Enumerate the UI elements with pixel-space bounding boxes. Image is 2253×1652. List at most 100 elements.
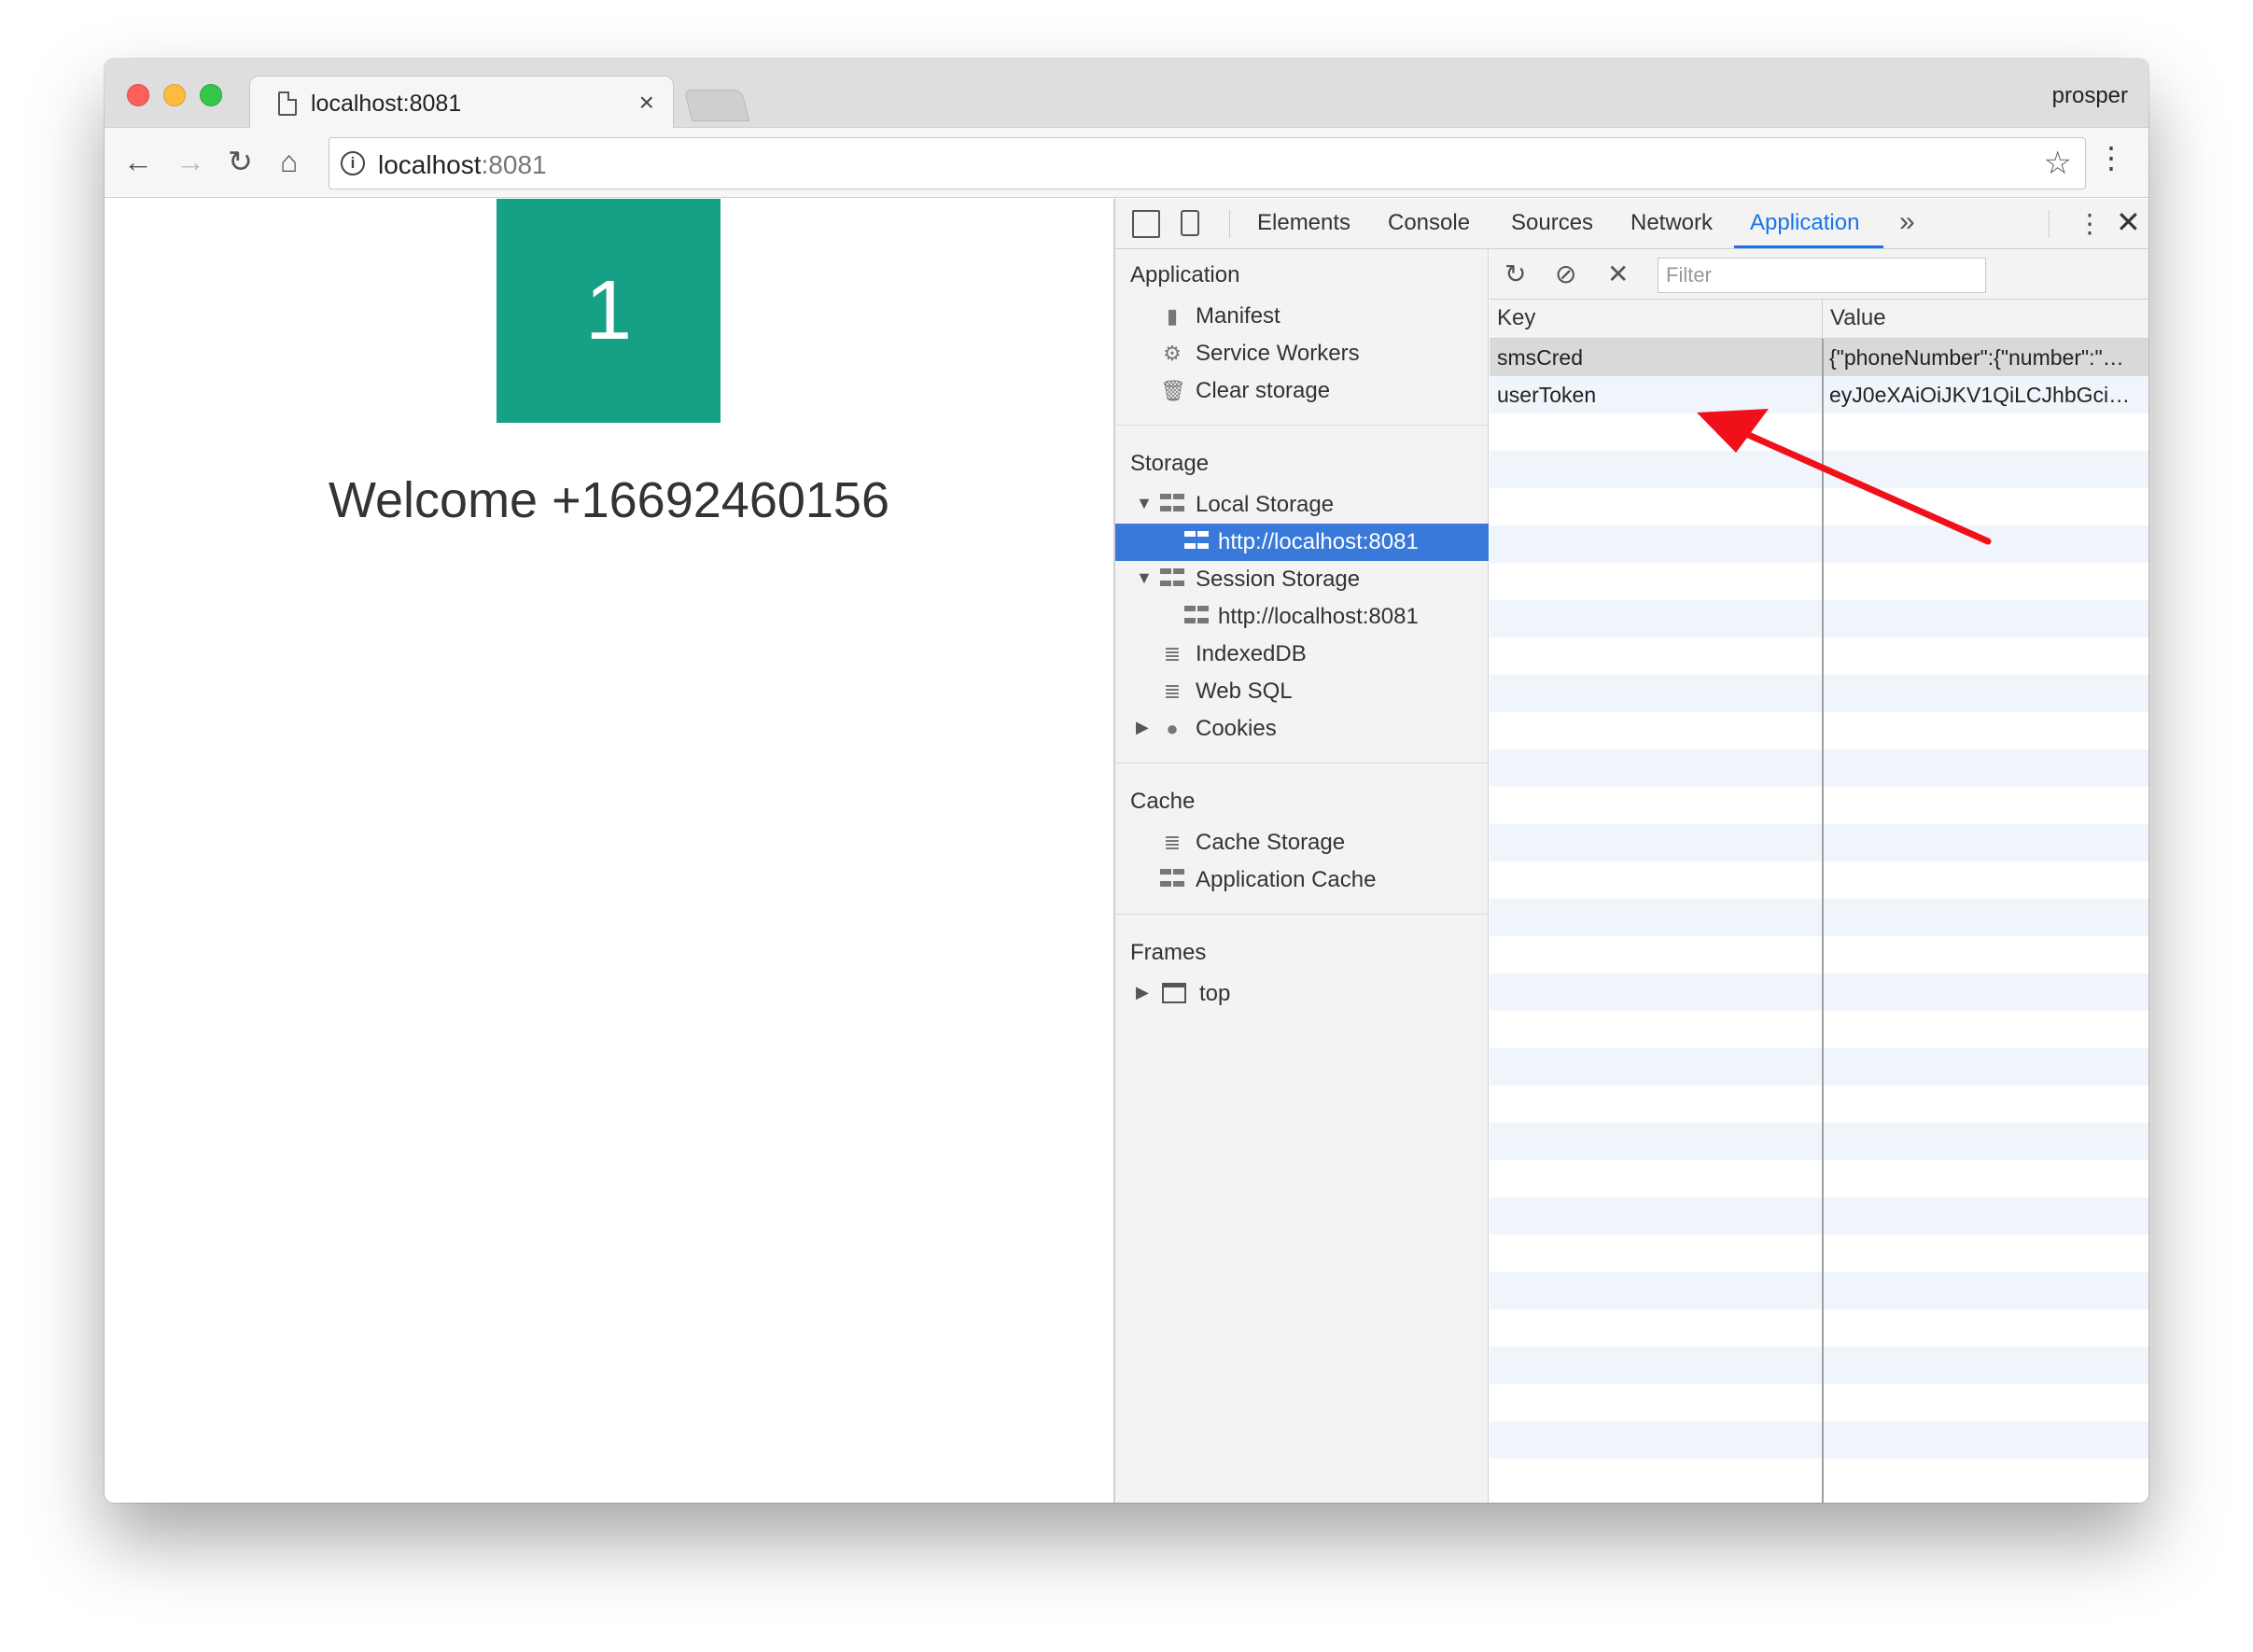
sidebar-item-service-workers[interactable]: ⚙ Service Workers [1115, 335, 1489, 372]
annotation-arrow-head [1697, 409, 1769, 453]
sidebar-item-manifest[interactable]: ▮ Manifest [1115, 298, 1489, 335]
collapsed-caret-icon[interactable]: ▶ [1136, 983, 1149, 1002]
database-icon: ≣ [1163, 831, 1182, 854]
home-icon[interactable]: ⌂ [280, 145, 298, 178]
value-cell[interactable]: {"phoneNumber":{"number":"… [1829, 345, 2145, 371]
section-title-cache: Cache [1130, 789, 1196, 814]
tab-application[interactable]: Application [1750, 210, 1859, 236]
table-row [1490, 1347, 2148, 1384]
table-grid-icon [1160, 869, 1184, 891]
tab-sources[interactable]: Sources [1511, 210, 1593, 236]
divider [2049, 210, 2050, 238]
table-row [1490, 1384, 2148, 1421]
cookie-icon: ● [1166, 717, 1179, 740]
divider [1115, 425, 1489, 426]
table-grid-icon [1160, 494, 1184, 516]
sidebar-item-clear-storage[interactable]: 🗑 Clear storage [1115, 372, 1489, 410]
table-row [1490, 712, 2148, 749]
window-frame-icon [1162, 983, 1186, 1003]
annotation-arrow [1697, 409, 1992, 545]
devtools-panel: Elements Console Sources Network Applica… [1113, 199, 2148, 1503]
table-row [1490, 600, 2148, 637]
table-row [1490, 973, 2148, 1011]
welcome-heading: Welcome +16692460156 [329, 472, 889, 528]
reload-icon[interactable]: ↻ [228, 145, 253, 178]
close-devtools-icon[interactable]: ✕ [2116, 204, 2141, 240]
expanded-caret-icon[interactable]: ▼ [1136, 494, 1153, 513]
collapsed-caret-icon[interactable]: ▶ [1136, 718, 1149, 737]
sidebar-item-session-storage-origin[interactable]: http://localhost:8081 [1115, 598, 1489, 636]
profile-name[interactable]: prosper [2052, 83, 2128, 109]
table-grid-icon [1184, 606, 1209, 628]
url-text[interactable]: localhost:8081 [378, 150, 547, 180]
section-title-storage: Storage [1130, 451, 1210, 476]
trash-icon: 🗑 [1160, 379, 1186, 402]
bookmark-star-icon[interactable]: ☆ [2044, 145, 2072, 182]
table-row [1490, 749, 2148, 787]
table-row [1490, 936, 2148, 973]
devtools-menu-icon[interactable]: ⋮ [2077, 208, 2103, 239]
clear-all-icon[interactable]: ⊘ [1555, 259, 1576, 289]
sidebar-item-cookies[interactable]: ▶ ● Cookies [1115, 710, 1489, 748]
sidebar-item-indexeddb[interactable]: ≣ IndexedDB [1115, 636, 1489, 673]
gear-icon: ⚙ [1163, 342, 1182, 365]
table-row [1490, 1011, 2148, 1048]
column-header-key[interactable]: Key [1490, 300, 1822, 339]
browser-toolbar: ← → ↻ ⌂ i localhost:8081 ☆ ⋮ [105, 128, 2148, 198]
table-row [1490, 1421, 2148, 1459]
title-bar: localhost:8081 × prosper [105, 59, 2148, 129]
zoom-window-button[interactable] [200, 84, 222, 106]
minimize-window-button[interactable] [163, 84, 186, 106]
expanded-caret-icon[interactable]: ▼ [1136, 568, 1153, 588]
tab-network[interactable]: Network [1630, 210, 1713, 236]
key-cell[interactable]: smsCred [1497, 345, 1814, 371]
back-arrow-icon[interactable]: ← [123, 145, 153, 178]
divider [1229, 210, 1230, 238]
number-badge: 1 [497, 199, 721, 423]
table-row[interactable]: smsCred {"phoneNumber":{"number":"… [1490, 339, 2148, 376]
section-title-frames: Frames [1130, 940, 1207, 965]
tab-console[interactable]: Console [1388, 210, 1470, 236]
inspect-element-icon[interactable] [1132, 210, 1160, 238]
sidebar-item-frame-top[interactable]: ▶ top [1115, 975, 1489, 1013]
sidebar-item-local-storage[interactable]: ▼ Local Storage [1115, 486, 1489, 524]
refresh-icon[interactable]: ↻ [1504, 259, 1526, 289]
info-icon[interactable]: i [341, 151, 365, 175]
sidebar-item-web-sql[interactable]: ≣ Web SQL [1115, 673, 1489, 710]
section-title-application: Application [1130, 262, 1240, 287]
database-icon: ≣ [1163, 679, 1182, 703]
table-grid-icon [1160, 568, 1184, 591]
close-window-button[interactable] [127, 84, 149, 106]
more-tabs-icon[interactable]: » [1899, 206, 1915, 238]
column-header-value[interactable]: Value [1822, 300, 2148, 339]
sidebar-item-application-cache[interactable]: Application Cache [1115, 861, 1489, 899]
browser-menu-icon[interactable]: ⋮ [2096, 143, 2126, 173]
active-tab-indicator [1734, 245, 1883, 248]
address-bar[interactable]: i localhost:8081 ☆ [329, 137, 2086, 189]
table-grid-icon [1184, 531, 1209, 553]
database-icon: ≣ [1163, 642, 1182, 665]
document-icon [278, 91, 297, 116]
table-row [1490, 1048, 2148, 1085]
table-row [1490, 861, 2148, 899]
sidebar-item-cache-storage[interactable]: ≣ Cache Storage [1115, 824, 1489, 861]
sidebar-item-session-storage[interactable]: ▼ Session Storage [1115, 561, 1489, 598]
tab-close-icon[interactable]: × [639, 88, 654, 118]
delete-selected-icon[interactable]: ✕ [1607, 259, 1629, 289]
table-row [1490, 1272, 2148, 1309]
application-sidebar: Application ▮ Manifest ⚙ Service Workers… [1115, 249, 1489, 1503]
forward-arrow-icon[interactable]: → [175, 145, 205, 178]
new-tab-button[interactable] [683, 90, 750, 121]
browser-window: localhost:8081 × prosper ← → ↻ ⌂ i local… [105, 59, 2148, 1503]
tab-title: localhost:8081 [311, 91, 462, 117]
sidebar-item-local-storage-origin[interactable]: http://localhost:8081 [1115, 524, 1489, 561]
storage-toolbar: ↻ ⊘ ✕ [1490, 249, 2148, 300]
tab-elements[interactable]: Elements [1257, 210, 1350, 236]
filter-input[interactable] [1658, 258, 1986, 293]
file-icon: ▮ [1166, 304, 1179, 328]
table-row [1490, 675, 2148, 712]
table-row [1490, 1235, 2148, 1272]
table-row [1490, 1197, 2148, 1235]
browser-tab[interactable]: localhost:8081 × [249, 76, 674, 129]
device-toolbar-icon[interactable] [1181, 210, 1199, 236]
